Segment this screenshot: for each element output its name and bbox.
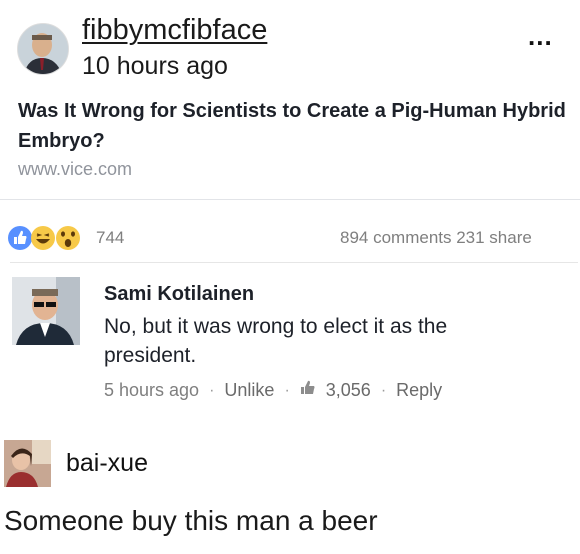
commenter-name[interactable]: Sami Kotilainen [104,283,254,306]
thumbs-up-icon [8,226,32,250]
comment-time: 5 hours ago [104,380,200,400]
separator: · [209,381,215,399]
comments-shares-count[interactable]: 894 comments 231 share [340,228,532,248]
reply-button[interactable]: Reply [396,380,442,401]
replier-avatar[interactable] [4,440,51,487]
comment-like-count[interactable]: 3,056 [326,380,371,401]
separator: · [284,381,290,399]
commenter-avatar[interactable] [12,277,80,345]
comment-text: No, but it was wrong to elect it as the … [104,315,448,367]
thumbs-up-small-icon [300,380,316,401]
poster-username[interactable]: fibbymcfibface [82,14,267,47]
comments-divider [10,262,578,263]
reaction-count[interactable]: 744 [96,228,124,248]
laughing-face-icon [31,226,55,250]
replier-username[interactable]: bai-xue [66,449,148,478]
article-headline: Was It Wrong for Scientists to Create a … [18,100,566,152]
surprised-face-icon [56,226,80,250]
reply-text: Someone buy this man a beer [4,505,378,536]
unlike-button[interactable]: Unlike [224,380,274,401]
poster-avatar[interactable] [17,23,69,75]
separator: · [380,381,387,399]
comment-meta: 5 hours ago · Unlike · 3,056 · Reply [104,380,442,401]
reaction-icons [6,224,96,252]
post-timestamp: 10 hours ago [82,52,228,80]
link-preview-divider [0,199,580,200]
article-domain: www.vice.com [18,159,133,179]
more-options-icon[interactable]: ... [528,23,553,49]
